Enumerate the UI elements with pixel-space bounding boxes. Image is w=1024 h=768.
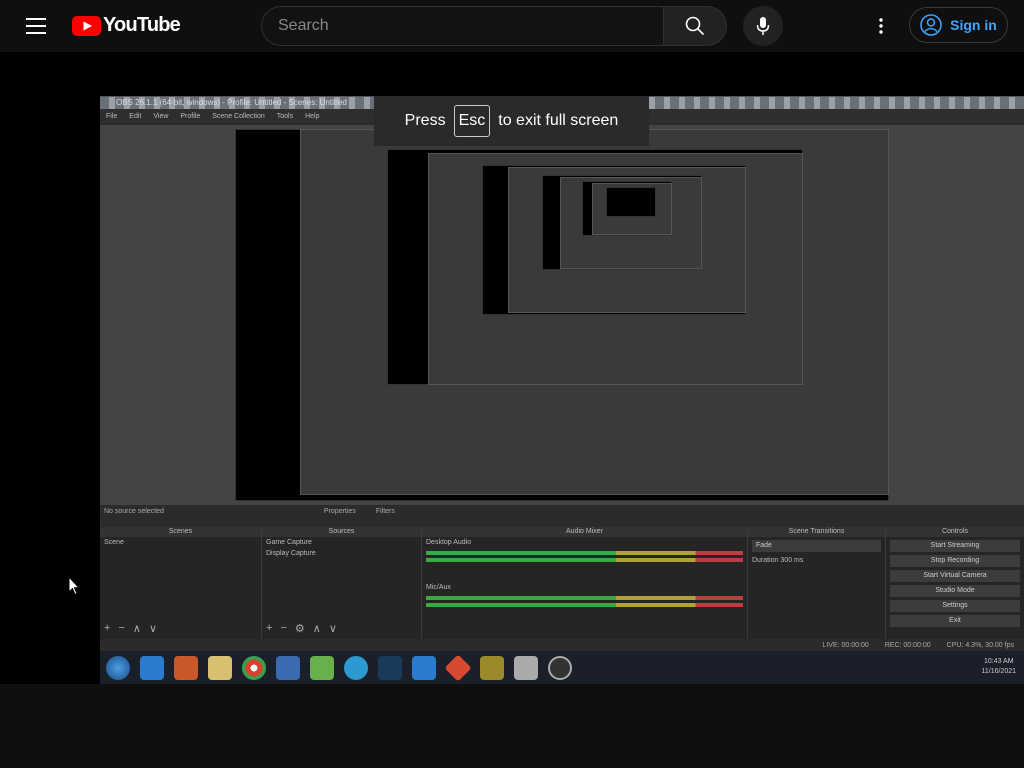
system-tray-clock: 10:43 AM 11/16/2021 — [981, 657, 1016, 677]
settings-more-button[interactable] — [861, 6, 901, 46]
sources-toolbar: + − ⚙ ∧ ∨ — [266, 622, 337, 635]
properties-label: Properties — [323, 507, 356, 515]
recursive-preview-level-10 — [606, 187, 656, 217]
sign-in-button[interactable]: Sign in — [909, 7, 1008, 43]
below-player-area — [0, 684, 1024, 768]
steam-icon — [378, 656, 402, 680]
tray-time: 10:43 AM — [983, 658, 1014, 665]
duration-label: Duration — [752, 557, 779, 564]
video-player[interactable]: Press Esc to exit full screen OBS 26.1.1… — [0, 52, 1024, 684]
scenes-toolbar: + − ∧ ∨ — [104, 622, 157, 635]
mixer-channel-name: Mic/Aux — [426, 584, 451, 591]
windows-start-icon — [106, 656, 130, 680]
search-box — [261, 6, 663, 46]
masthead: YouTube Sign in — [0, 0, 1024, 52]
controls-dock-title: Controls — [886, 527, 1024, 537]
toast-prefix: Press — [404, 112, 446, 129]
microphone-icon — [756, 17, 770, 35]
scenes-dock: Scenes Scene + − ∧ ∨ — [100, 527, 262, 639]
control-button: Start Streaming — [890, 540, 1020, 552]
youtube-logo[interactable]: YouTube — [72, 14, 181, 37]
live-status: LIVE: 00:00:00 — [822, 641, 869, 649]
more-vert-icon — [879, 18, 883, 34]
file-explorer-icon — [208, 656, 232, 680]
source-item: Game Capture — [266, 539, 312, 546]
obs-menu-tools: Tools — [276, 112, 294, 120]
shield-icon — [514, 656, 538, 680]
obs-source-toolbar: No source selected Properties Filters — [100, 505, 1024, 517]
search-button[interactable] — [663, 6, 727, 46]
windows-taskbar: 10:43 AM 11/16/2021 — [100, 651, 1024, 684]
obs-icon — [548, 656, 572, 680]
obs-menu-scene-collection: Scene Collection — [212, 112, 265, 120]
audio-meter — [426, 603, 743, 607]
transition-select: Fade — [752, 540, 881, 552]
fullscreen-exit-toast: Press Esc to exit full screen — [374, 96, 649, 146]
source-item: Display Capture — [266, 550, 316, 557]
transitions-dock-title: Scene Transitions — [748, 527, 885, 537]
control-button: Exit — [890, 615, 1020, 627]
game-icon — [480, 656, 504, 680]
obs-menu-edit: Edit — [129, 112, 142, 120]
sources-dock: Sources Game Capture Display Capture + − ⚙… — [262, 527, 422, 639]
mixer-dock-title: Audio Mixer — [422, 527, 747, 537]
mouse-cursor-icon — [68, 576, 80, 596]
tray-date: 11/16/2021 — [981, 668, 1016, 675]
notepad-icon — [310, 656, 334, 680]
scene-item: Scene — [104, 539, 124, 546]
audio-meter — [426, 596, 743, 600]
control-button: Start Virtual Camera — [890, 570, 1020, 582]
audio-meter — [426, 558, 743, 562]
obs-menu-profile: Profile — [180, 112, 201, 120]
voice-search-button[interactable] — [743, 6, 783, 46]
cpu-status: CPU: 4.3%, 30.00 fps — [946, 641, 1014, 649]
media-player-icon — [174, 656, 198, 680]
filters-label: Filters — [375, 507, 395, 515]
git-icon — [444, 654, 472, 682]
no-source-selected-label: No source selected — [104, 507, 164, 515]
mixer-channel-name: Desktop Audio — [426, 539, 472, 546]
obs-menu-file: File — [106, 112, 118, 120]
search-input[interactable] — [262, 7, 663, 45]
chrome-icon — [242, 656, 266, 680]
obs-status-bar: LIVE: 00:00:00 REC: 00:00:00 CPU: 4.3%, … — [100, 639, 1024, 651]
audio-mixer-dock: Audio Mixer Desktop Audio Mic/Aux — [422, 527, 748, 639]
account-icon — [920, 14, 942, 36]
virtualbox-icon — [276, 656, 300, 680]
esc-key-badge: Esc — [453, 105, 491, 137]
control-button: Studio Mode — [890, 585, 1020, 597]
duration-value: 300 ms — [780, 557, 804, 564]
obs-menu-view: View — [153, 112, 169, 120]
logo-text: YouTube — [103, 14, 181, 36]
toast-suffix: to exit full screen — [498, 112, 619, 129]
vscode-icon — [412, 656, 436, 680]
video-frame-obs-window: OBS 26.1.1 (64-bit, windows) - Profile: … — [100, 96, 1024, 684]
control-button: Settings — [890, 600, 1020, 612]
duration-row: Duration 300 ms — [748, 555, 885, 566]
obs-docks: Scenes Scene + − ∧ ∨ Sources Game Capture D… — [100, 527, 1024, 639]
hamburger-icon — [26, 18, 46, 34]
sources-dock-title: Sources — [262, 527, 421, 537]
audio-meter — [426, 551, 743, 555]
controls-dock: Controls Start Streaming Stop Recording … — [886, 527, 1024, 639]
obs-preview-canvas — [100, 125, 1024, 505]
scene-transitions-dock: Scene Transitions Fade Duration 300 ms — [748, 527, 886, 639]
scenes-dock-title: Scenes — [100, 527, 261, 537]
search-icon — [685, 16, 705, 36]
obs-title: OBS 26.1.1 (64-bit, windows) - Profile: … — [116, 98, 347, 107]
rec-status: REC: 00:00:00 — [884, 641, 931, 649]
youtube-play-icon — [72, 15, 101, 36]
edge-icon — [344, 656, 368, 680]
obs-menu-help: Help — [305, 112, 320, 120]
sign-in-label: Sign in — [950, 17, 997, 33]
guide-menu-button[interactable] — [16, 8, 56, 44]
internet-explorer-icon — [140, 656, 164, 680]
control-button: Stop Recording — [890, 555, 1020, 567]
